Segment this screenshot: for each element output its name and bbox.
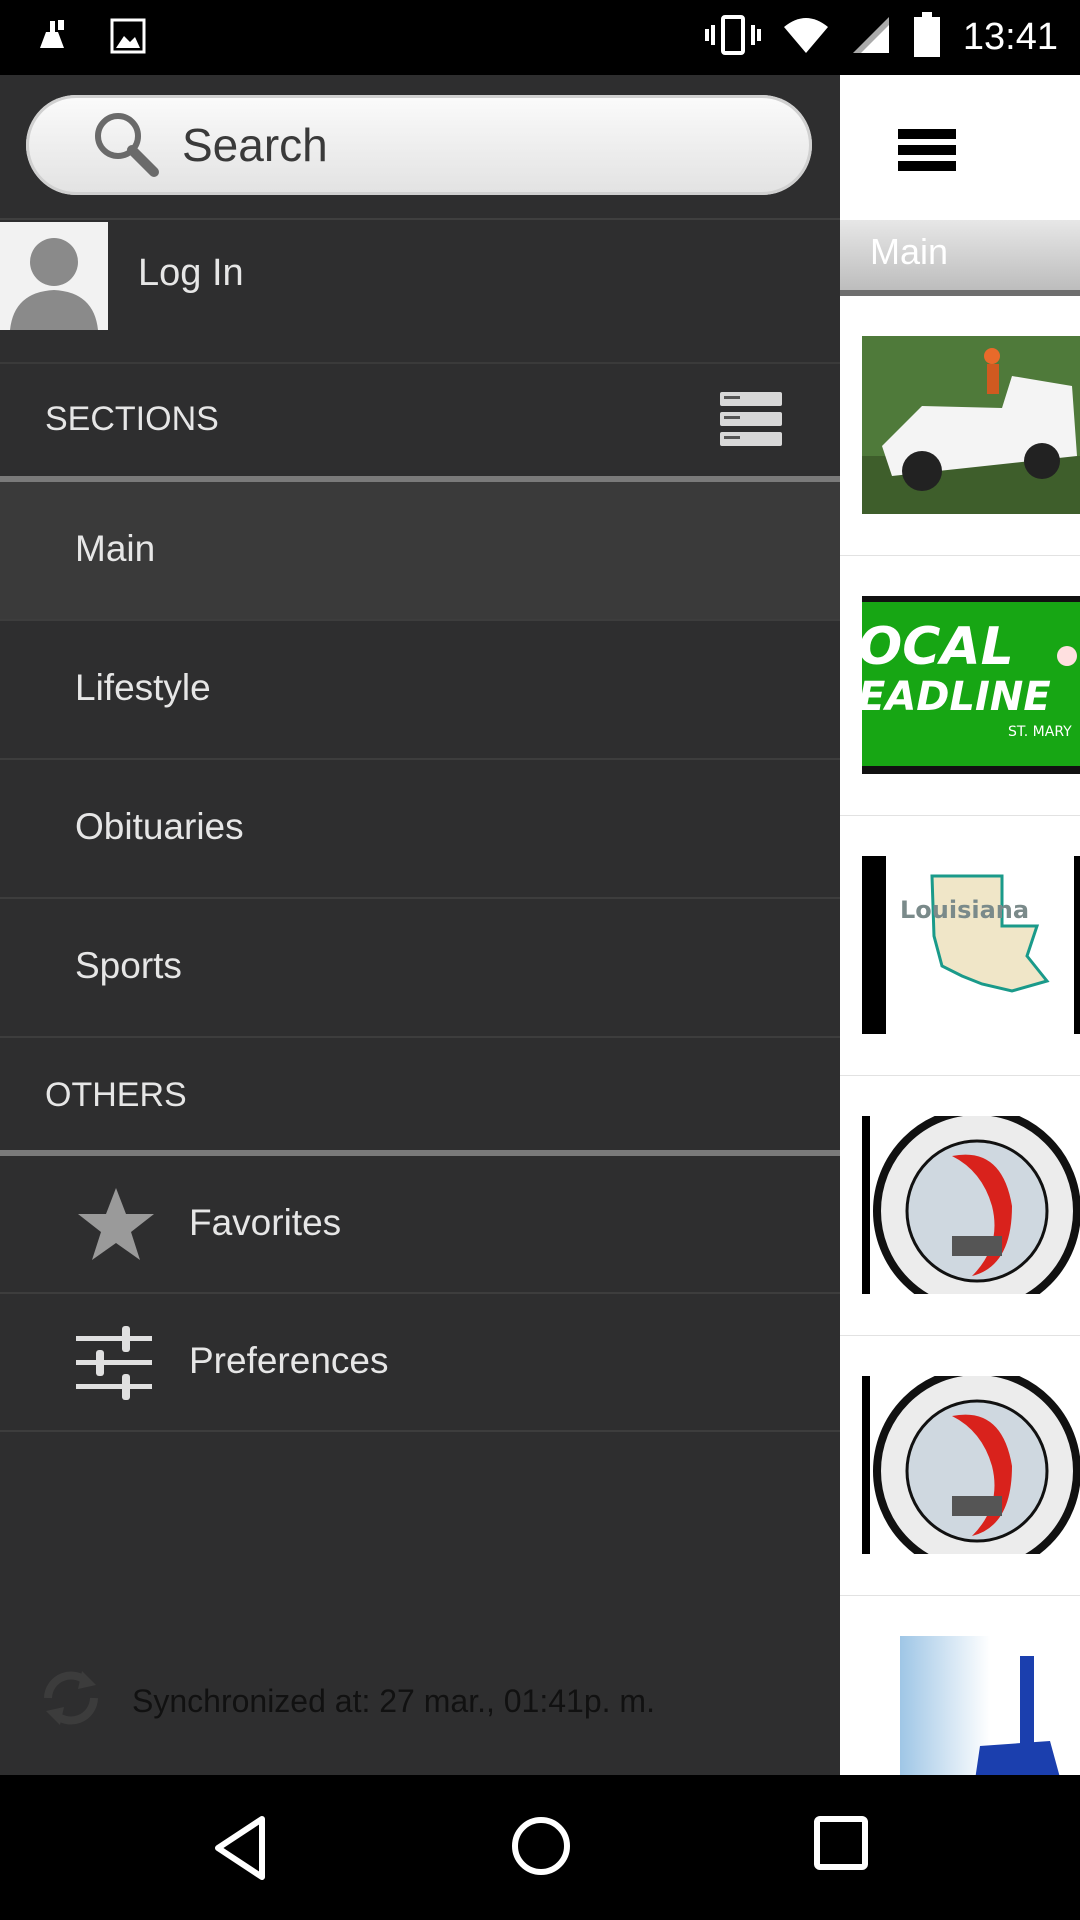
sliders-icon [76,1324,152,1405]
search-area [0,75,840,220]
system-navigation-bar [0,1775,1080,1920]
article-thumbnail: Louisiana [862,856,1080,1034]
svg-text:OCAL: OCAL [862,617,1014,677]
battery-icon [913,12,941,63]
article-row[interactable] [840,1336,1080,1596]
sidebar-item-lifestyle[interactable]: Lifestyle [0,621,840,760]
status-bar: 13:41 [0,0,1080,75]
star-icon [76,1186,156,1267]
others-header: OTHERS [0,1036,840,1156]
vibrate-icon [704,13,761,62]
search-bar[interactable] [26,95,812,195]
image-notification-icon [110,18,146,59]
sidebar-item-label: Sports [75,945,182,986]
article-thumbnail [900,1636,1080,1775]
article-thumbnail: OCAL EADLINE ST. MARY [858,596,1080,774]
article-thumbnail [862,1107,1080,1315]
sync-label: Synchronized at: 27 mar., 01:41p. m. [132,1683,655,1719]
article-thumbnail [862,1367,1080,1575]
svg-text:EADLINE: EADLINE [862,674,1051,720]
sections-header: SECTIONS [0,364,840,482]
clock: 13:41 [962,16,1058,58]
wifi-icon [783,15,829,60]
svg-text:ST. MARY: ST. MARY [1008,724,1072,740]
recents-button[interactable] [813,1815,869,1876]
sidebar-item-sports[interactable]: Sports [0,899,840,1036]
sidebar-item-label: Lifestyle [75,667,211,708]
search-icon [90,108,160,183]
svg-text:Louisiana: Louisiana [900,896,1029,924]
sidebar-item-label: Favorites [189,1202,342,1243]
search-input[interactable] [180,117,744,173]
sections-header-label: SECTIONS [45,400,219,438]
hamburger-menu-icon[interactable] [898,129,956,176]
list-view-icon[interactable] [720,392,782,453]
article-row[interactable] [840,1076,1080,1336]
sync-status: Synchronized at: 27 mar., 01:41p. m. [0,1653,840,1743]
article-row[interactable] [840,296,1080,556]
navigation-drawer: Log In SECTIONS Main Lifestyle Obituarie… [0,75,840,1775]
article-row[interactable] [840,1596,1080,1775]
current-section-tab[interactable]: Main [840,220,1080,296]
sidebar-item-main[interactable]: Main [0,482,840,621]
login-row[interactable]: Log In [0,220,840,364]
others-header-label: OTHERS [45,1076,187,1114]
content-panel: Main OCAL EADLINE ST. MARY Louisiana [840,75,1080,1775]
sidebar-item-label: Main [75,528,156,569]
article-thumbnail [862,336,1080,514]
content-toolbar [840,75,1080,220]
signal-icon [851,15,891,60]
home-button[interactable] [510,1815,572,1882]
sidebar-item-preferences[interactable]: Preferences [0,1294,840,1432]
avatar [0,222,108,330]
article-row[interactable]: OCAL EADLINE ST. MARY [840,556,1080,816]
back-button[interactable] [212,1815,268,1886]
login-label: Log In [138,252,244,294]
sidebar-item-obituaries[interactable]: Obituaries [0,760,840,899]
sidebar-item-favorites[interactable]: Favorites [0,1156,840,1294]
cleaner-notification-icon [36,18,70,59]
sidebar-item-label: Obituaries [75,806,244,847]
article-row[interactable]: Louisiana [840,816,1080,1076]
sidebar-item-label: Preferences [189,1340,389,1381]
refresh-icon[interactable] [36,1663,106,1738]
